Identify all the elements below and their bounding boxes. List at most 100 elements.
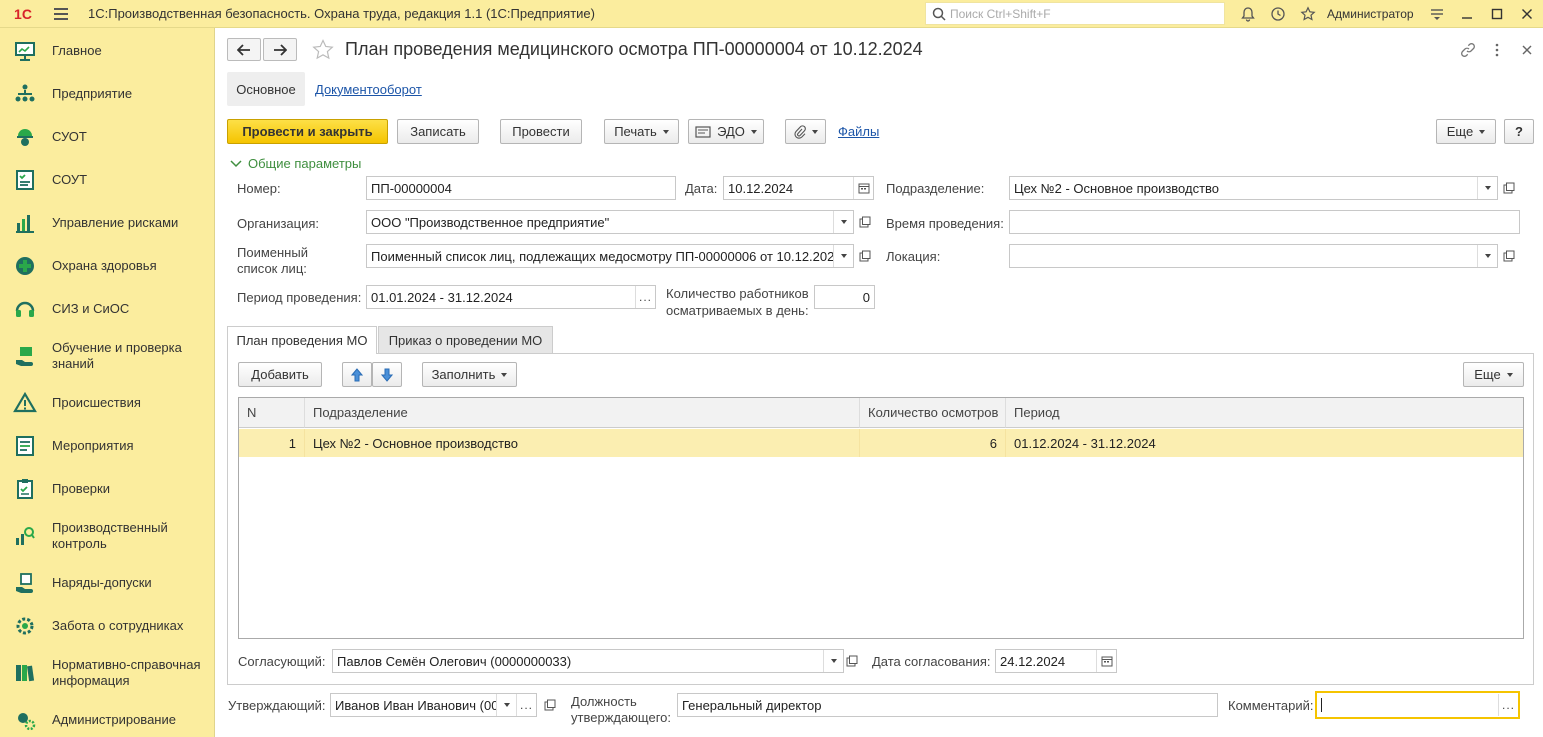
settings-menu-icon[interactable]: [1422, 0, 1452, 28]
files-link[interactable]: Файлы: [838, 124, 879, 139]
time-label: Время проведения:: [886, 216, 1004, 231]
monitor-icon: [12, 38, 38, 64]
close-form-icon[interactable]: [1517, 40, 1537, 60]
minimize-icon[interactable]: [1452, 0, 1482, 28]
attach-button[interactable]: [785, 119, 826, 144]
headphones-ppe-icon: [12, 296, 38, 322]
org-field[interactable]: ООО "Производственное предприятие": [366, 210, 854, 234]
save-button[interactable]: Записать: [397, 119, 479, 144]
app-logo: 1С: [14, 5, 32, 22]
agree-date-value: 24.12.2024: [1000, 653, 1066, 669]
table-row[interactable]: 1 Цех №2 - Основное производство 6 01.12…: [239, 429, 1523, 457]
maximize-icon[interactable]: [1482, 0, 1512, 28]
help-button[interactable]: ?: [1504, 119, 1534, 144]
edo-icon: [695, 125, 711, 138]
menu-icon[interactable]: [46, 0, 76, 28]
date-field[interactable]: 10.12.2024: [723, 176, 874, 200]
count-field[interactable]: 0: [814, 285, 875, 309]
print-button[interactable]: Печать: [604, 119, 679, 144]
sidebar-item-label: Нормативно-справочная информация: [52, 657, 201, 688]
agree-date-field[interactable]: 24.12.2024: [995, 649, 1117, 673]
post-and-close-button[interactable]: Провести и закрыть: [227, 119, 388, 144]
period-value: 01.01.2024 - 31.12.2024: [371, 289, 513, 305]
production-control-icon: [12, 523, 38, 549]
move-down-button[interactable]: [372, 362, 402, 387]
worker-helmet-icon: [12, 124, 38, 150]
paperclip-icon: [793, 124, 806, 139]
approver-label: Утверждающий:: [228, 698, 326, 713]
chevron-down-icon: [811, 129, 818, 134]
general-params-group[interactable]: Общие параметры: [230, 156, 361, 171]
open-icon[interactable]: [856, 247, 874, 265]
search-input[interactable]: Поиск Ctrl+Shift+F: [925, 2, 1225, 25]
arrow-right-icon: [274, 43, 287, 56]
more-vertical-icon[interactable]: [1487, 40, 1507, 60]
forward-button[interactable]: [263, 38, 297, 61]
history-icon[interactable]: [1263, 0, 1293, 28]
agreeing-value: Павлов Семён Олегович (0000000033): [337, 653, 572, 669]
chevron-down-icon: [1479, 129, 1486, 134]
move-up-button[interactable]: [342, 362, 372, 387]
fill-button[interactable]: Заполнить: [422, 362, 517, 387]
list-label-line2: список лиц:: [237, 261, 307, 276]
department-field[interactable]: Цех №2 - Основное производство: [1009, 176, 1498, 200]
period-field[interactable]: 01.01.2024 - 31.12.2024 ...: [366, 285, 656, 309]
arrow-left-icon: [237, 43, 250, 56]
column-header-n[interactable]: N: [239, 398, 305, 428]
edo-button[interactable]: ЭДО: [688, 119, 764, 144]
dropdown-icon[interactable]: [823, 650, 843, 672]
permit-hand-icon: [12, 570, 38, 596]
column-header-period[interactable]: Период: [1006, 398, 1523, 428]
open-icon[interactable]: [541, 696, 559, 714]
bell-icon[interactable]: [1233, 0, 1263, 28]
time-field[interactable]: [1009, 210, 1520, 234]
dropdown-icon[interactable]: [833, 245, 853, 267]
care-gear-icon: [12, 613, 38, 639]
dropdown-icon[interactable]: [496, 694, 516, 716]
sidebar-item-label: Управление рисками: [52, 215, 179, 230]
approver-field[interactable]: Иванов Иван Иванович (0000000001) ...: [330, 693, 537, 717]
favorites-star-icon[interactable]: [1293, 0, 1323, 28]
add-row-button[interactable]: Добавить: [238, 362, 322, 387]
post-button[interactable]: Провести: [500, 119, 582, 144]
column-header-count[interactable]: Количество осмотров: [860, 398, 1006, 428]
tab-order[interactable]: Приказ о проведении МО: [378, 326, 553, 353]
calendar-icon[interactable]: [1096, 650, 1116, 672]
open-icon[interactable]: [856, 213, 874, 231]
back-button[interactable]: [227, 38, 261, 61]
location-field[interactable]: [1009, 244, 1498, 268]
favorite-star-icon[interactable]: [311, 38, 335, 65]
position-field[interactable]: Генеральный директор: [677, 693, 1218, 717]
sidebar-item-label: Обучение и проверка знаний: [52, 340, 182, 371]
comment-label: Комментарий:: [1228, 698, 1314, 713]
position-label-line1: Должность: [571, 694, 637, 709]
dropdown-icon[interactable]: [1477, 245, 1497, 267]
expand-comment-button[interactable]: ...: [1498, 694, 1518, 716]
select-approver-button[interactable]: ...: [516, 694, 536, 716]
app-title: 1С:Производственная безопасность. Охрана…: [88, 6, 595, 21]
location-label: Локация:: [886, 249, 941, 264]
open-icon[interactable]: [843, 652, 861, 670]
number-field[interactable]: ПП-00000004: [366, 176, 676, 200]
select-period-button[interactable]: ...: [635, 286, 655, 308]
column-header-department[interactable]: Подразделение: [305, 398, 860, 428]
open-icon[interactable]: [1500, 179, 1518, 197]
plan-table[interactable]: N Подразделение Количество осмотров Пери…: [238, 397, 1524, 639]
user-name[interactable]: Администратор: [1327, 7, 1414, 21]
tab-docflow[interactable]: Документооборот: [315, 72, 422, 106]
open-icon[interactable]: [1500, 247, 1518, 265]
agreeing-field[interactable]: Павлов Семён Олегович (0000000033): [332, 649, 844, 673]
dropdown-icon[interactable]: [833, 211, 853, 233]
comment-field[interactable]: ...: [1315, 691, 1520, 719]
more-button[interactable]: Еще: [1436, 119, 1496, 144]
link-icon[interactable]: [1458, 40, 1478, 60]
table-more-button[interactable]: Еще: [1463, 362, 1524, 387]
count-label-line1: Количество работников: [666, 286, 809, 301]
dropdown-icon[interactable]: [1477, 177, 1497, 199]
tab-plan[interactable]: План проведения МО: [227, 326, 377, 354]
close-window-icon[interactable]: [1512, 0, 1542, 28]
tab-main[interactable]: Основное: [227, 72, 305, 106]
employee-list-field[interactable]: Поименный список лиц, подлежащих медосмо…: [366, 244, 854, 268]
calendar-icon[interactable]: [853, 177, 873, 199]
sidebar: Главное Предприятие СУОТ СОУТ Управление рис…: [0, 28, 215, 737]
